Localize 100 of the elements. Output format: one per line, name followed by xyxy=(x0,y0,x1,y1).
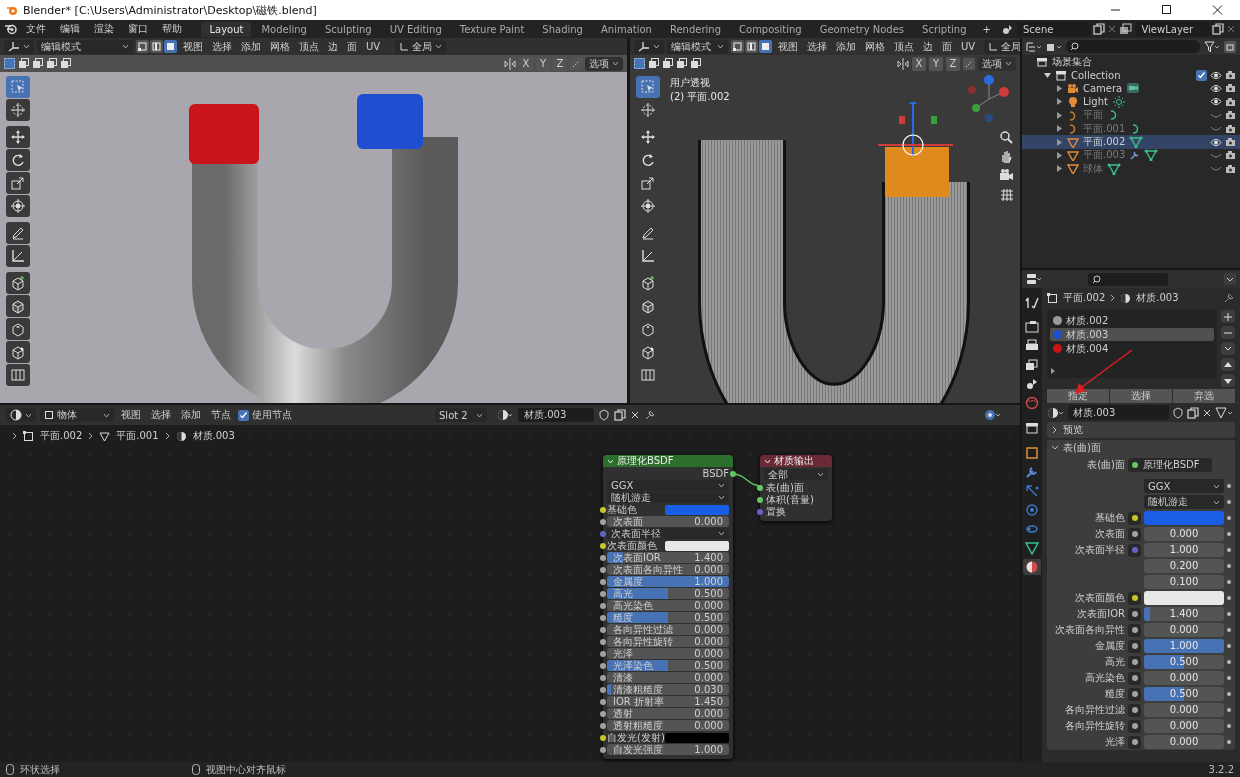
node-dropdown[interactable]: GGX xyxy=(607,480,729,491)
breadcrumb-item[interactable]: 平面.001 xyxy=(116,429,159,443)
menu-item[interactable]: 添加 xyxy=(238,39,264,54)
menu-item[interactable]: 视图 xyxy=(180,39,206,54)
workspace-tab[interactable]: Shading xyxy=(534,21,591,37)
menu-item[interactable]: 窗口 xyxy=(122,21,154,37)
value-slider[interactable]: 0.500 xyxy=(1144,655,1224,669)
menu-item[interactable]: 添加 xyxy=(178,408,204,422)
menu-item[interactable]: 边 xyxy=(920,39,936,54)
mode-dropdown[interactable]: 编辑模式 xyxy=(37,39,133,54)
menu-item[interactable]: UV xyxy=(363,41,384,52)
node-slider[interactable]: 自发光强度 1.000 xyxy=(607,744,729,755)
menu-item[interactable]: 帮助 xyxy=(156,21,188,37)
menu-item[interactable]: 顶点 xyxy=(296,39,322,54)
node-slider[interactable]: 光泽 0.000 xyxy=(607,648,729,659)
scene-field[interactable]: Scene xyxy=(1016,22,1092,36)
tree-row[interactable]: 球体 xyxy=(1022,162,1240,176)
tree-item[interactable]: 平面.003 xyxy=(1083,148,1126,163)
axis-toggle[interactable]: Z xyxy=(553,56,567,71)
number-field[interactable]: 0.200 xyxy=(1144,559,1224,573)
value-slider[interactable]: 0.000 xyxy=(1144,735,1224,749)
workspace-tab[interactable]: Geometry Nodes xyxy=(811,21,913,37)
tree-row[interactable]: 平面.001 xyxy=(1022,121,1240,136)
node-slider[interactable]: 高光 0.500 xyxy=(607,588,729,599)
tree-item[interactable]: 平面 xyxy=(1083,108,1103,123)
workspace-tab[interactable]: Scripting xyxy=(914,21,975,37)
menu-item[interactable]: 渲染 xyxy=(88,21,120,37)
breadcrumb-item[interactable]: 平面.002 xyxy=(40,429,83,443)
view-layer-field[interactable]: ViewLayer xyxy=(1135,22,1210,36)
value-slider[interactable]: 0.000 xyxy=(1144,671,1224,685)
tree-row[interactable]: Camera xyxy=(1022,81,1240,96)
material-output-node[interactable]: 材质输出 全部 表(曲)面 体积(音量) 置换 xyxy=(760,455,832,521)
tree-item[interactable]: Collection xyxy=(1071,69,1121,81)
material-slot[interactable]: 材质.003 xyxy=(1050,328,1214,341)
node-slider[interactable]: 各向异性过滤 0.000 xyxy=(607,624,729,635)
value-slider[interactable]: 0.000 xyxy=(1144,623,1224,637)
value-slider[interactable]: 0.000 xyxy=(1144,527,1224,541)
tree-row[interactable]: 平面.003 xyxy=(1022,148,1240,163)
object-type-dropdown[interactable]: 物体 xyxy=(40,408,114,422)
workspace-tab[interactable]: Animation xyxy=(592,21,660,37)
number-field[interactable]: 1.000 xyxy=(1144,543,1224,557)
menu-item[interactable]: UV xyxy=(958,41,979,52)
material-name-field[interactable]: 材质.003 xyxy=(1068,405,1169,420)
orientation-dropdown[interactable]: 全局 xyxy=(395,39,447,54)
value-slider[interactable]: 0.000 xyxy=(1144,719,1224,733)
value-slider[interactable]: 1.400 xyxy=(1144,607,1224,621)
workspace-tab[interactable]: Sculpting xyxy=(316,21,380,37)
material-slot[interactable]: 材质.004 xyxy=(1050,342,1214,355)
node-slider[interactable]: 次表面各向异性 0.000 xyxy=(607,564,729,575)
node-slider[interactable]: 各向异性旋转 0.000 xyxy=(607,636,729,647)
workspace-tab[interactable]: Compositing xyxy=(731,21,810,37)
menu-item[interactable]: 网格 xyxy=(267,39,293,54)
slot-dropdown[interactable]: Slot 2 xyxy=(435,408,487,422)
tree-item[interactable]: 球体 xyxy=(1083,161,1103,176)
tree-row[interactable]: Light xyxy=(1022,95,1240,109)
workspace-tab[interactable]: UV Editing xyxy=(381,21,450,37)
use-nodes-checkbox[interactable]: 使用节点 xyxy=(238,408,292,422)
node-slider[interactable]: 次表面 0.000 xyxy=(607,516,729,527)
node-slider[interactable]: 透射 0.000 xyxy=(607,708,729,719)
menu-item[interactable]: 编辑 xyxy=(54,21,86,37)
menu-item[interactable]: 面 xyxy=(344,39,360,54)
mode-dropdown[interactable]: 编辑模式 xyxy=(667,39,728,54)
workspace-tab[interactable]: Rendering xyxy=(661,21,730,37)
slot-action-button[interactable]: 选择 xyxy=(1110,389,1172,403)
menu-item[interactable]: 选择 xyxy=(148,408,174,422)
node-dropdown[interactable]: 随机游走 xyxy=(607,492,729,503)
node-slider[interactable]: IOR 折射率 1.450 xyxy=(607,696,729,707)
menu-item[interactable]: 视图 xyxy=(775,39,801,54)
add-workspace-button[interactable]: + xyxy=(976,22,997,36)
breadcrumb-item[interactable]: 材质.003 xyxy=(192,429,235,443)
tree-item[interactable]: 平面.001 xyxy=(1083,121,1126,136)
slot-action-button[interactable]: 弃选 xyxy=(1173,389,1235,403)
panel-header[interactable]: 预览 xyxy=(1051,422,1083,438)
material-name-field[interactable]: 材质.003 xyxy=(518,408,594,422)
node-dropdown[interactable]: 全部 xyxy=(764,469,828,480)
panel-header[interactable]: 表(曲)面 xyxy=(1051,440,1101,456)
workspace-tab[interactable]: Modeling xyxy=(253,21,315,37)
node-slider[interactable]: 透射粗糙度 0.000 xyxy=(607,720,729,731)
workspace-tab[interactable]: Layout xyxy=(201,21,252,37)
node-slider[interactable]: 清漆 0.000 xyxy=(607,672,729,683)
shader-dropdown[interactable]: 原理化BSDF xyxy=(1128,458,1212,472)
value-slider[interactable]: 1.000 xyxy=(1144,639,1224,653)
node-slider[interactable]: 次表面IOR 1.400 xyxy=(607,552,729,563)
menu-item[interactable]: 面 xyxy=(939,39,955,54)
value-slider[interactable]: 0.500 xyxy=(1144,687,1224,701)
value-slider[interactable]: 0.000 xyxy=(1144,703,1224,717)
menu-item[interactable]: 边 xyxy=(325,39,341,54)
menu-item[interactable]: 视图 xyxy=(118,408,144,422)
tree-item[interactable]: Light xyxy=(1083,96,1108,108)
menu-item[interactable]: 文件 xyxy=(20,21,52,37)
dropdown-field[interactable]: GGX xyxy=(1144,479,1224,493)
node-slider[interactable]: 清漆粗糙度 0.030 xyxy=(607,684,729,695)
dropdown-field[interactable]: 随机游走 xyxy=(1144,495,1224,509)
menu-item[interactable]: 添加 xyxy=(833,39,859,54)
number-field[interactable]: 0.100 xyxy=(1144,575,1224,589)
node-slider[interactable]: 高光染色 0.000 xyxy=(607,600,729,611)
axis-toggle[interactable]: Z xyxy=(946,56,960,71)
tree-item[interactable]: Camera xyxy=(1083,82,1123,94)
menu-item[interactable]: 选择 xyxy=(804,39,830,54)
options-dropdown[interactable]: 选项 xyxy=(978,56,1016,71)
